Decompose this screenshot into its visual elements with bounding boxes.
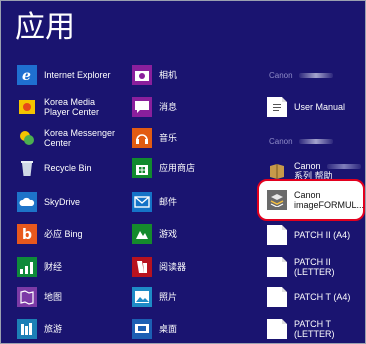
apps-screen: 应用 e Internet Explorer Korea Media Playe… [0, 0, 366, 344]
store-icon [132, 158, 152, 178]
app-label-line1: Canon [294, 161, 321, 171]
app-messaging[interactable]: 消息 [132, 92, 237, 122]
travel-icon [17, 319, 37, 339]
app-desktop[interactable]: 桌面 [132, 314, 237, 343]
app-label: 财经 [44, 262, 63, 272]
app-label: 地图 [44, 292, 63, 302]
app-label: 相机 [159, 70, 178, 80]
group-header-text: Canon [269, 137, 293, 146]
redacted-text [326, 164, 361, 170]
music-icon [132, 128, 152, 148]
document-icon [267, 257, 287, 277]
app-label: Korea Media Player Center [44, 97, 100, 117]
app-travel[interactable]: 旅游 [17, 314, 122, 343]
desktop-icon [132, 319, 152, 339]
app-label: PATCH II (A4) [294, 230, 351, 240]
manual-icon [267, 97, 287, 117]
app-patch-ii-a4[interactable]: PATCH II (A4) [267, 220, 365, 250]
redacted-text [298, 139, 333, 145]
app-patch-ii-letter[interactable]: PATCH II (LETTER) [267, 252, 365, 282]
app-label: PATCH T (A4) [294, 292, 351, 302]
app-korea-messenger[interactable]: Korea Messenger Center [17, 123, 122, 153]
imageformula-icon [267, 190, 287, 210]
app-reader[interactable]: 阅读器 [132, 252, 237, 282]
app-canon-imageformula[interactable]: Canon imageFORMUL... [267, 185, 365, 215]
document-icon [267, 287, 287, 307]
app-label: Korea Messenger Center [44, 128, 116, 148]
internet-explorer-icon: e [17, 65, 37, 85]
app-mail[interactable]: 邮件 [132, 187, 237, 217]
app-store[interactable]: 应用商店 [132, 153, 237, 183]
photos-icon [132, 287, 152, 307]
svg-text:b: b [22, 227, 32, 242]
app-label: 照片 [159, 292, 178, 302]
redacted-text [298, 73, 333, 79]
highlight-frame: Canon imageFORMUL... [257, 179, 365, 221]
app-label: 桌面 [159, 324, 178, 334]
app-label: 应用商店 [159, 163, 196, 173]
skydrive-icon [17, 192, 37, 212]
reader-icon [132, 257, 152, 277]
app-label: PATCH T (LETTER) [294, 319, 335, 339]
app-label: 音乐 [159, 133, 178, 143]
media-player-icon [17, 97, 37, 117]
app-label: 游戏 [159, 229, 178, 239]
app-label: 阅读器 [159, 262, 187, 272]
app-label: Canon imageFORMUL... [294, 190, 365, 210]
app-label: Internet Explorer [44, 70, 111, 80]
app-label: Canon 系列 帮助 [294, 161, 365, 181]
app-patch-t-a4[interactable]: PATCH T (A4) [267, 282, 365, 312]
app-camera[interactable]: 相机 [132, 60, 237, 90]
camera-icon [132, 65, 152, 85]
app-user-manual[interactable]: User Manual [267, 92, 365, 122]
app-korea-media-player[interactable]: Korea Media Player Center [17, 92, 122, 122]
app-bing[interactable]: b 必应 Bing [17, 219, 122, 249]
document-icon [267, 319, 287, 339]
help-book-icon [267, 161, 287, 181]
app-games[interactable]: 游戏 [132, 219, 237, 249]
app-maps[interactable]: 地图 [17, 282, 122, 312]
app-label: SkyDrive [44, 197, 81, 207]
svg-text:e: e [22, 68, 31, 83]
app-label: 消息 [159, 102, 178, 112]
group-header-canon-2: Canon [269, 137, 333, 146]
mail-icon [132, 192, 152, 212]
group-header-text: Canon [269, 71, 293, 80]
app-label: Recycle Bin [44, 163, 92, 173]
app-label: PATCH II (LETTER) [294, 257, 335, 277]
recycle-bin-icon [17, 158, 37, 178]
app-recycle-bin[interactable]: Recycle Bin [17, 153, 122, 183]
app-label: 旅游 [44, 324, 63, 334]
messaging-icon [132, 97, 152, 117]
group-header-canon: Canon [269, 71, 333, 80]
app-label: 必应 Bing [44, 229, 83, 239]
bing-icon: b [17, 224, 37, 244]
app-label: 邮件 [159, 197, 178, 207]
app-skydrive[interactable]: SkyDrive [17, 187, 122, 217]
messenger-icon [17, 128, 37, 148]
app-finance[interactable]: 财经 [17, 252, 122, 282]
app-label: User Manual [294, 102, 346, 112]
app-internet-explorer[interactable]: e Internet Explorer [17, 60, 122, 90]
app-music[interactable]: 音乐 [132, 123, 237, 153]
games-icon [132, 224, 152, 244]
app-patch-t-letter[interactable]: PATCH T (LETTER) [267, 314, 365, 343]
page-title: 应用 [15, 10, 75, 45]
maps-icon [17, 287, 37, 307]
finance-icon [17, 257, 37, 277]
app-photos[interactable]: 照片 [132, 282, 237, 312]
document-icon [267, 225, 287, 245]
